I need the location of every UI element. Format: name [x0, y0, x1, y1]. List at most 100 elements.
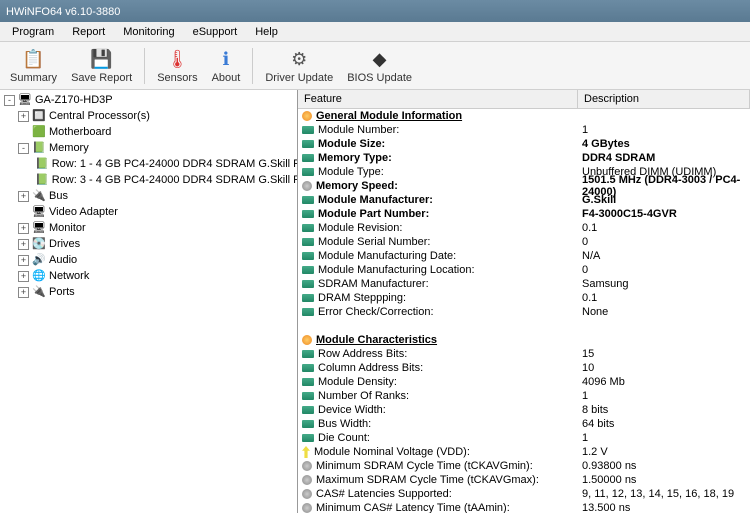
tree-item[interactable]: +🔌Ports [2, 284, 295, 300]
tree-node-icon: 💽 [32, 237, 46, 251]
expand-icon[interactable]: + [18, 255, 29, 266]
menu-item-esupport[interactable]: eSupport [185, 24, 246, 40]
toolbar-save-report[interactable]: 💾Save Report [65, 45, 138, 86]
tree-item[interactable]: +🔲Central Processor(s) [2, 108, 295, 124]
toolbar-bios-update[interactable]: ◆BIOS Update [341, 45, 418, 86]
feature-label: Module Number: [318, 124, 399, 136]
detail-row[interactable]: Module Nominal Voltage (VDD):1.2 V [298, 445, 750, 459]
detail-row[interactable]: Row Address Bits:15 [298, 347, 750, 361]
column-description[interactable]: Description [578, 90, 750, 108]
save-report-icon: 💾 [90, 47, 114, 71]
feature-label: Memory Type: [318, 152, 392, 164]
feature-label: Number Of Ranks: [318, 390, 409, 402]
menu-item-program[interactable]: Program [4, 24, 62, 40]
expand-icon[interactable]: + [18, 191, 29, 202]
toolbar-summary[interactable]: 📋Summary [4, 45, 63, 86]
expand-icon[interactable]: + [18, 223, 29, 234]
detail-row[interactable]: Bus Width:64 bits [298, 417, 750, 431]
column-feature[interactable]: Feature [298, 90, 578, 108]
collapse-icon[interactable]: - [18, 143, 29, 154]
expand-icon[interactable]: + [18, 271, 29, 282]
tree-item[interactable]: -🖥GA-Z170-HD3P [2, 92, 295, 108]
detail-row[interactable]: Module Characteristics [298, 333, 750, 347]
tree-panel[interactable]: -🖥GA-Z170-HD3P+🔲Central Processor(s)🟩Mot… [0, 90, 298, 513]
detail-row[interactable]: Device Width:8 bits [298, 403, 750, 417]
feature-label: Die Count: [318, 432, 370, 444]
tree-label: Bus [49, 190, 68, 202]
tree-item[interactable]: +🖥Monitor [2, 220, 295, 236]
description-value: 1 [578, 390, 750, 402]
feature-label: Minimum CAS# Latency Time (tAAmin): [316, 502, 510, 513]
expand-icon[interactable]: + [18, 239, 29, 250]
menu-bar: ProgramReportMonitoringeSupportHelp [0, 22, 750, 42]
detail-row[interactable]: SDRAM Manufacturer:Samsung [298, 277, 750, 291]
detail-row[interactable]: Module Serial Number:0 [298, 235, 750, 249]
row-bullet-icon [302, 446, 310, 458]
row-bullet-icon [302, 364, 314, 372]
feature-label: Module Manufacturing Location: [318, 264, 475, 276]
detail-row[interactable]: Memory Type:DDR4 SDRAM [298, 151, 750, 165]
toolbar-about[interactable]: ℹAbout [206, 45, 247, 86]
detail-row[interactable]: Module Manufacturing Date:N/A [298, 249, 750, 263]
toolbar-sensors[interactable]: 🌡Sensors [151, 45, 203, 86]
feature-label: SDRAM Manufacturer: [318, 278, 429, 290]
detail-row[interactable]: Die Count: 1 [298, 431, 750, 445]
tree-item[interactable]: +🔊Audio [2, 252, 295, 268]
detail-row[interactable]: General Module Information [298, 109, 750, 123]
description-value: 0.93800 ns [578, 460, 750, 472]
tree-node-icon: 🟩 [32, 125, 46, 139]
tree-item[interactable]: 🖥Video Adapter [2, 204, 295, 220]
detail-row[interactable]: DRAM Steppping:0.1 [298, 291, 750, 305]
expand-icon[interactable]: + [18, 287, 29, 298]
tree-item[interactable]: 🟩Motherboard [2, 124, 295, 140]
description-value: 4 GBytes [578, 138, 750, 150]
tree-item[interactable]: 📗Row: 3 - 4 GB PC4-24000 DDR4 SDRAM G.Sk… [2, 172, 295, 188]
row-bullet-icon [302, 111, 312, 121]
row-bullet-icon [302, 350, 314, 358]
detail-row[interactable]: Error Check/Correction:None [298, 305, 750, 319]
tree-item[interactable]: 📗Row: 1 - 4 GB PC4-24000 DDR4 SDRAM G.Sk… [2, 156, 295, 172]
detail-row[interactable]: Module Part Number:F4-3000C15-4GVR [298, 207, 750, 221]
detail-row[interactable]: Module Density:4096 Mb [298, 375, 750, 389]
menu-item-report[interactable]: Report [64, 24, 113, 40]
row-bullet-icon [302, 392, 314, 400]
detail-row[interactable]: CAS# Latencies Supported:9, 11, 12, 13, … [298, 487, 750, 501]
detail-row[interactable]: Minimum CAS# Latency Time (tAAmin):13.50… [298, 501, 750, 513]
detail-row[interactable]: Number Of Ranks: 1 [298, 389, 750, 403]
driver-update-icon: ⚙ [287, 47, 311, 71]
title-bar: HWiNFO64 v6.10-3880 [0, 0, 750, 22]
row-bullet-icon [302, 224, 314, 232]
detail-row[interactable]: Module Size:4 GBytes [298, 137, 750, 151]
collapse-icon[interactable]: - [4, 95, 15, 106]
detail-row[interactable]: Module Manufacturer:G.Skill [298, 193, 750, 207]
tree-item[interactable]: +💽Drives [2, 236, 295, 252]
menu-item-monitoring[interactable]: Monitoring [115, 24, 182, 40]
tree-item[interactable]: +🔌Bus [2, 188, 295, 204]
row-bullet-icon [302, 168, 314, 176]
detail-row[interactable]: Module Number:1 [298, 123, 750, 137]
details-panel: Feature Description General Module Infor… [298, 90, 750, 513]
detail-row[interactable]: Column Address Bits:10 [298, 361, 750, 375]
row-bullet-icon [302, 196, 314, 204]
description-value: 0 [578, 264, 750, 276]
menu-item-help[interactable]: Help [247, 24, 286, 40]
detail-row[interactable]: Module Revision:0.1 [298, 221, 750, 235]
feature-label: Module Serial Number: [318, 236, 431, 248]
tree-label: Video Adapter [49, 206, 118, 218]
detail-row[interactable]: Maximum SDRAM Cycle Time (tCKAVGmax):1.5… [298, 473, 750, 487]
toolbar-driver-update[interactable]: ⚙Driver Update [259, 45, 339, 86]
toolbar-label: About [212, 72, 241, 84]
tree-item[interactable]: -📗Memory [2, 140, 295, 156]
detail-row[interactable]: Memory Speed:1501.5 MHz (DDR4-3003 / PC4… [298, 179, 750, 193]
detail-row[interactable]: Module Manufacturing Location: 0 [298, 263, 750, 277]
tree-item[interactable]: +🌐Network [2, 268, 295, 284]
detail-row[interactable]: Minimum SDRAM Cycle Time (tCKAVGmin):0.9… [298, 459, 750, 473]
about-icon: ℹ [214, 47, 238, 71]
tree-node-icon: 🔊 [32, 253, 46, 267]
feature-label: CAS# Latencies Supported: [316, 488, 452, 500]
expand-icon[interactable]: + [18, 111, 29, 122]
row-bullet-icon [302, 280, 314, 288]
description-value: 1 [578, 432, 750, 444]
row-bullet-icon [302, 140, 314, 148]
detail-row[interactable] [298, 319, 750, 333]
